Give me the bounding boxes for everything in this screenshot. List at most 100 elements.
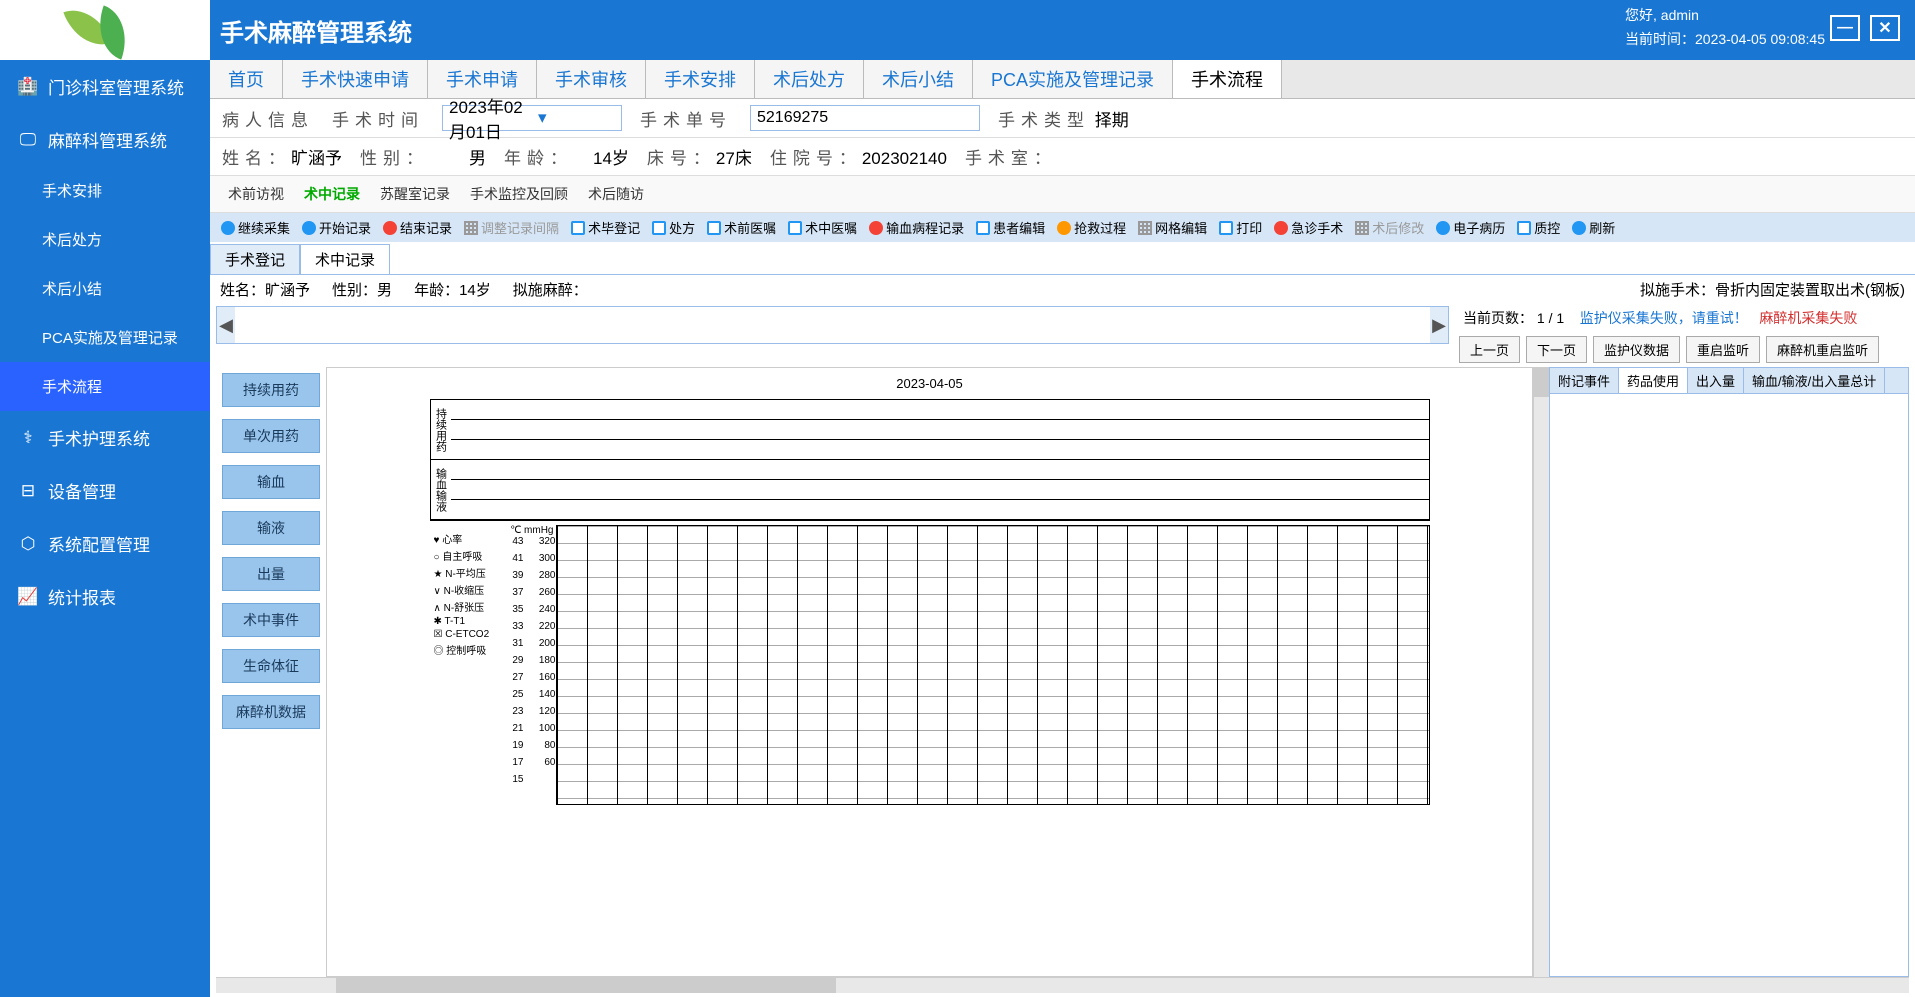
legend-item: ★ N-平均压 — [434, 565, 496, 580]
sidebar-item[interactable]: PCA实施及管理记录 — [0, 313, 210, 362]
patient-section-label: 病人信息 — [222, 106, 314, 131]
toolbar-质控[interactable]: 质控 — [1512, 215, 1565, 240]
toolbar: 继续采集开始记录结束记录调整记录间隔术毕登记处方术前医嘱术中医嘱输血病程记录患者… — [210, 213, 1915, 242]
tool-icon — [1138, 221, 1152, 235]
document-tabs: 手术登记术中记录 — [210, 244, 1915, 275]
nav-button[interactable]: 上一页 — [1459, 336, 1520, 363]
chart-scrollbar-h[interactable] — [216, 977, 1909, 993]
sidebar-item-label: 设备管理 — [48, 478, 116, 503]
header-info: 您好, admin 当前时间：2023-04-05 09:08:45 — [1625, 5, 1825, 53]
sidebar-item[interactable]: 🖵麻醉科管理系统 — [0, 113, 210, 166]
med-button[interactable]: 持续用药 — [222, 373, 320, 407]
sidebar-item[interactable]: ⊟设备管理 — [0, 464, 210, 517]
sidebar-item[interactable]: ⚕手术护理系统 — [0, 411, 210, 464]
right-panel: 附记事件药品使用出入量输血/输液/出入量总计 — [1549, 367, 1909, 977]
minimize-button[interactable]: — — [1830, 15, 1860, 41]
med-button[interactable]: 单次用药 — [222, 419, 320, 453]
surgery-time-input[interactable]: 2023年02月01日 ▾ — [442, 105, 622, 131]
sidebar-item[interactable]: 术后小结 — [0, 264, 210, 313]
toolbar-刷新[interactable]: 刷新 — [1567, 215, 1620, 240]
med-button[interactable]: 生命体征 — [222, 649, 320, 683]
sidebar-item[interactable]: 手术流程 — [0, 362, 210, 411]
toolbar-急诊手术[interactable]: 急诊手术 — [1269, 215, 1348, 240]
app-title: 手术麻醉管理系统 — [220, 13, 412, 48]
toolbar-网格编辑[interactable]: 网格编辑 — [1133, 215, 1212, 240]
med-button[interactable]: 输血 — [222, 465, 320, 499]
legend-item: ∧ N-舒张压 — [434, 599, 496, 614]
sub-tab[interactable]: 术后随访 — [578, 180, 654, 208]
main-tab[interactable]: 术后小结 — [864, 60, 973, 98]
sidebar-item[interactable]: 🏥门诊科室管理系统 — [0, 60, 210, 113]
close-button[interactable]: ✕ — [1870, 15, 1900, 41]
greeting: 您好, admin — [1625, 5, 1825, 25]
anesth-warn: 麻醉机采集失败 — [1759, 310, 1857, 326]
tool-icon — [1436, 221, 1450, 235]
toolbar-处方[interactable]: 处方 — [647, 215, 700, 240]
main-tab[interactable]: 首页 — [210, 60, 283, 98]
app-logo — [0, 0, 210, 60]
tool-icon — [1572, 221, 1586, 235]
main-tab[interactable]: 手术安排 — [646, 60, 755, 98]
tool-icon — [464, 221, 478, 235]
sidebar-item[interactable]: 术后处方 — [0, 215, 210, 264]
sidebar-item[interactable]: 📈统计报表 — [0, 570, 210, 623]
sub-tab[interactable]: 手术监控及回顾 — [460, 180, 578, 208]
toolbar-电子病历[interactable]: 电子病历 — [1431, 215, 1510, 240]
med-button[interactable]: 输液 — [222, 511, 320, 545]
stats-icon: 📈 — [18, 587, 38, 607]
surgery-no-input[interactable] — [750, 105, 980, 131]
toolbar-结束记录[interactable]: 结束记录 — [378, 215, 457, 240]
tool-icon — [1057, 221, 1071, 235]
document-tab[interactable]: 手术登记 — [210, 244, 300, 274]
legend-item: ◎ 控制呼吸 — [434, 642, 496, 657]
sidebar-item-label: 手术护理系统 — [48, 425, 150, 450]
tool-icon — [1219, 221, 1233, 235]
main-tab[interactable]: PCA实施及管理记录 — [973, 60, 1173, 98]
nav-prev-arrow[interactable]: ◀ — [217, 307, 235, 343]
sub-tab[interactable]: 术中记录 — [294, 180, 370, 208]
document-tab[interactable]: 术中记录 — [300, 244, 390, 274]
sidebar-item[interactable]: ⬡系统配置管理 — [0, 517, 210, 570]
nav-button[interactable]: 下一页 — [1526, 336, 1587, 363]
chart-scrollbar-v[interactable] — [1533, 367, 1549, 977]
sub-tab[interactable]: 苏醒室记录 — [370, 180, 460, 208]
page-nav-bar: ◀ ▶ — [216, 306, 1449, 344]
toolbar-输血病程记录[interactable]: 输血病程记录 — [864, 215, 969, 240]
sidebar-item[interactable]: 手术安排 — [0, 166, 210, 215]
toolbar-术毕登记[interactable]: 术毕登记 — [566, 215, 645, 240]
right-panel-tab[interactable]: 附记事件 — [1550, 368, 1619, 393]
toolbar-打印[interactable]: 打印 — [1214, 215, 1267, 240]
right-panel-tab[interactable]: 药品使用 — [1619, 368, 1688, 393]
right-panel-tab[interactable]: 出入量 — [1688, 368, 1744, 393]
main-tab[interactable]: 手术审核 — [537, 60, 646, 98]
toolbar-开始记录[interactable]: 开始记录 — [297, 215, 376, 240]
vital-grid — [556, 525, 1430, 805]
medication-buttons: 持续用药单次用药输血输液出量术中事件生命体征麻醉机数据 — [216, 367, 326, 977]
sidebar: 🏥门诊科室管理系统🖵麻醉科管理系统手术安排术后处方术后小结PCA实施及管理记录手… — [0, 60, 210, 997]
toolbar-术前医嘱[interactable]: 术前医嘱 — [702, 215, 781, 240]
nav-button[interactable]: 麻醉机重启监听 — [1766, 336, 1879, 363]
right-panel-tab[interactable]: 输血/输液/出入量总计 — [1744, 368, 1885, 393]
toolbar-患者编辑[interactable]: 患者编辑 — [971, 215, 1050, 240]
med-button[interactable]: 术中事件 — [222, 603, 320, 637]
toolbar-术后修改: 术后修改 — [1350, 215, 1429, 240]
nav-next-arrow[interactable]: ▶ — [1430, 307, 1448, 343]
nav-button[interactable]: 重启监听 — [1686, 336, 1760, 363]
toolbar-抢救过程[interactable]: 抢救过程 — [1052, 215, 1131, 240]
main-tab[interactable]: 术后处方 — [755, 60, 864, 98]
vital-chart-area[interactable]: 2023-04-05 持续用药输血输液 ♥ 心率○ 自主呼吸★ N-平均压∨ N… — [326, 367, 1533, 977]
tool-icon — [976, 221, 990, 235]
main-tab[interactable]: 手术快速申请 — [283, 60, 428, 98]
sub-tab[interactable]: 术前访视 — [218, 180, 294, 208]
med-button[interactable]: 麻醉机数据 — [222, 695, 320, 729]
toolbar-调整记录间隔: 调整记录间隔 — [459, 215, 564, 240]
med-button[interactable]: 出量 — [222, 557, 320, 591]
drug-grid: 持续用药输血输液 — [430, 399, 1430, 521]
sidebar-item-label: 手术安排 — [42, 180, 102, 201]
toolbar-术中医嘱[interactable]: 术中医嘱 — [783, 215, 862, 240]
nav-button[interactable]: 监护仪数据 — [1593, 336, 1680, 363]
sidebar-item-label: 术后小结 — [42, 278, 102, 299]
toolbar-继续采集[interactable]: 继续采集 — [216, 215, 295, 240]
calendar-icon[interactable]: ▾ — [532, 108, 621, 128]
main-tab[interactable]: 手术流程 — [1173, 60, 1282, 98]
